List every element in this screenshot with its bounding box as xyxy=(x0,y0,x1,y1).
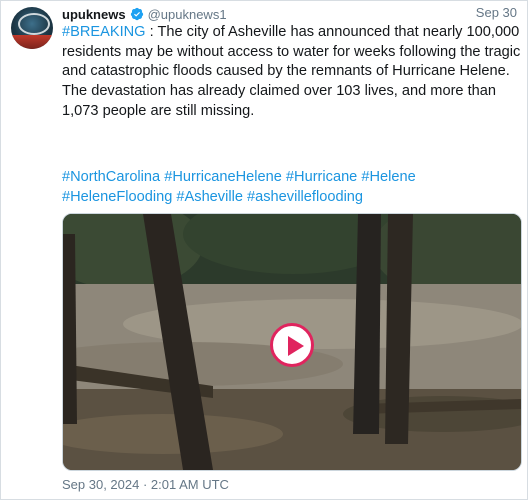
tweet-header: upuknews @upuknews1 xyxy=(62,5,227,23)
verified-badge-icon xyxy=(130,7,143,21)
hashtag-link[interactable]: #Helene xyxy=(361,169,415,185)
hashtag-breaking[interactable]: #BREAKING xyxy=(62,24,146,40)
account-name[interactable]: upuknews xyxy=(62,7,126,22)
video-thumbnail[interactable] xyxy=(62,213,522,471)
play-button-icon[interactable] xyxy=(270,323,314,367)
hashtag-list: #NorthCarolina #HurricaneHelene #Hurrica… xyxy=(62,168,522,207)
tweet-card[interactable]: upuknews @upuknews1 Sep 30 #BREAKING : T… xyxy=(0,0,528,500)
avatar-base-decoration xyxy=(11,35,53,49)
hashtag-link[interactable]: #Hurricane xyxy=(286,169,357,185)
tweet-body: #BREAKING : The city of Asheville has an… xyxy=(62,23,522,122)
tweet-date[interactable]: Sep 30 xyxy=(476,5,517,20)
hashtag-link[interactable]: #HurricaneHelene xyxy=(164,169,282,185)
account-handle[interactable]: @upuknews1 xyxy=(148,7,227,22)
hashtag-link[interactable]: #NorthCarolina xyxy=(62,169,160,185)
avatar[interactable] xyxy=(11,7,53,49)
hashtag-link[interactable]: #HeleneFlooding xyxy=(62,189,172,205)
hashtag-link[interactable]: #Asheville xyxy=(176,189,243,205)
tweet-timestamp[interactable]: Sep 30, 2024 · 2:01 AM UTC xyxy=(62,477,229,492)
avatar-ring-decoration xyxy=(18,13,50,35)
hashtag-link[interactable]: #ashevilleflooding xyxy=(247,189,363,205)
